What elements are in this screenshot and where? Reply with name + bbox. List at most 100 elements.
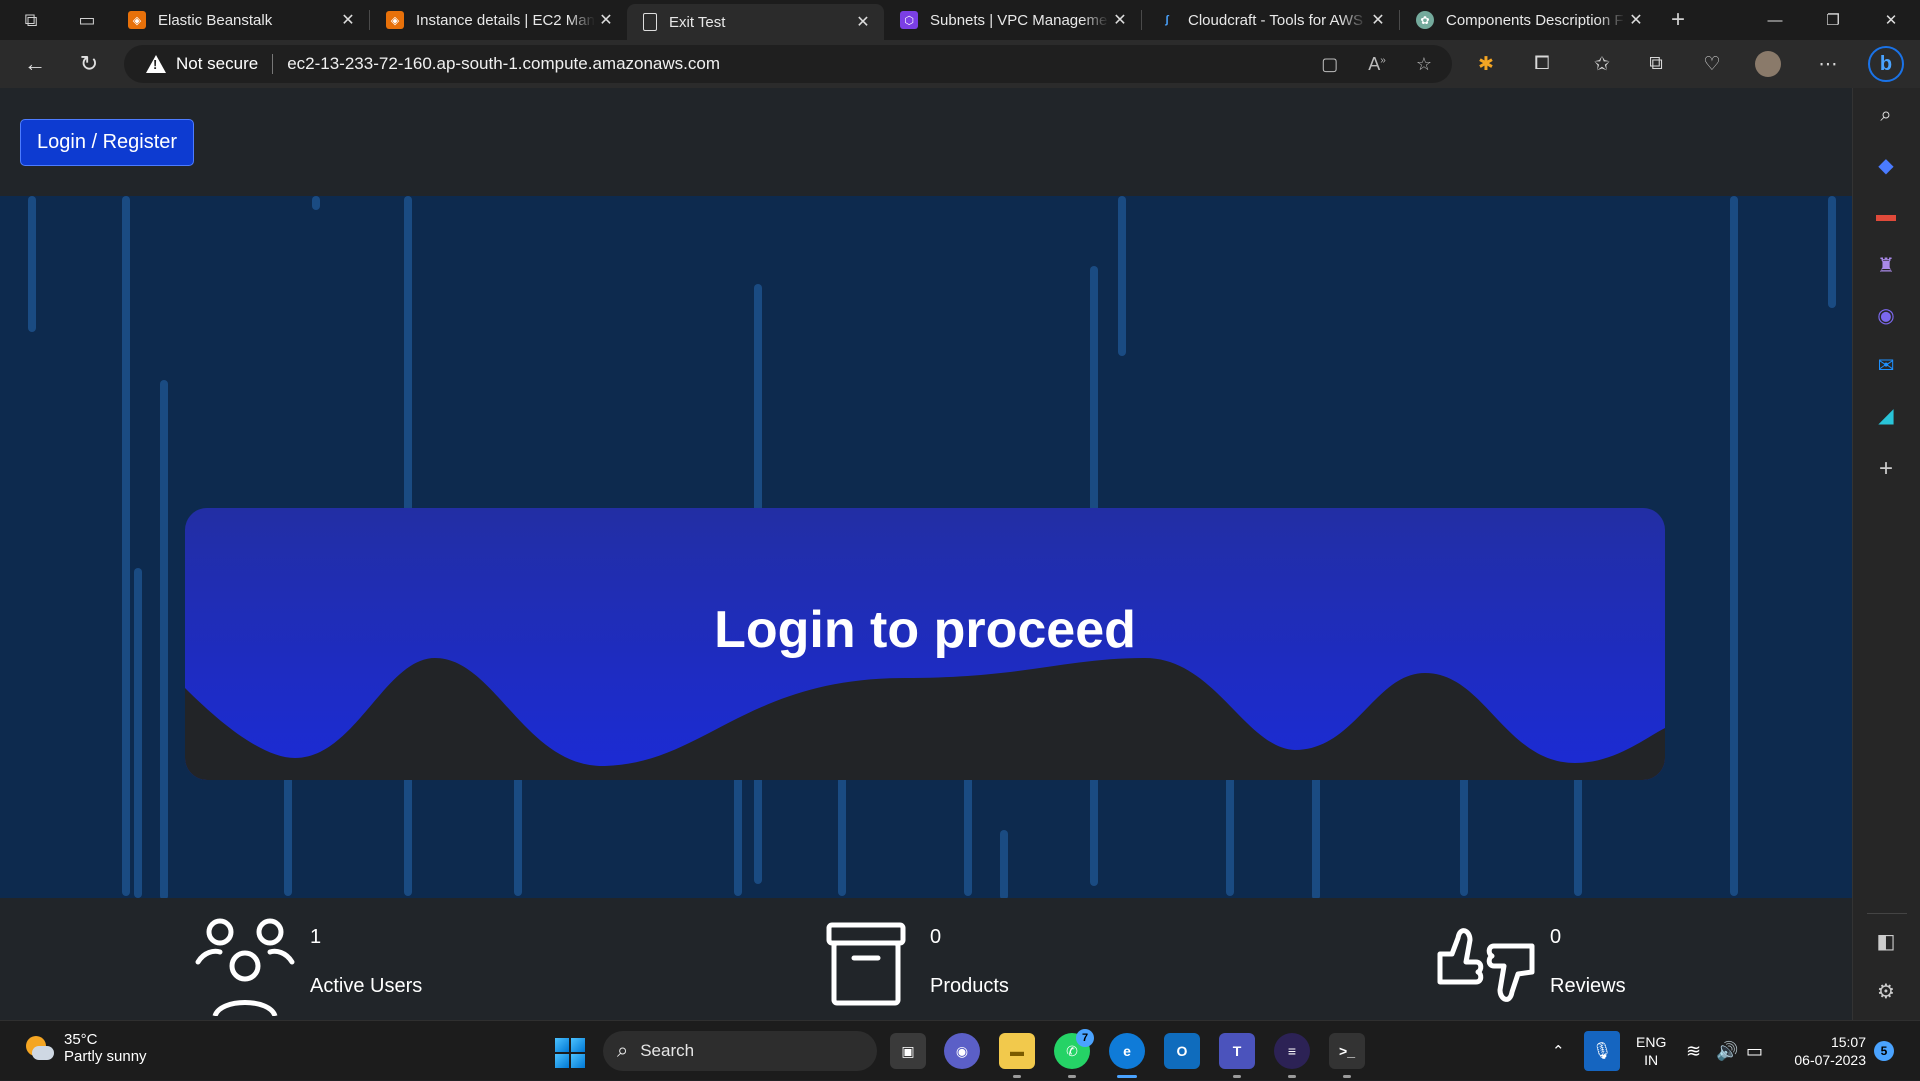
browser-essentials-icon[interactable]: ♡ <box>1692 44 1732 84</box>
favorites-icon[interactable]: ✩ <box>1582 44 1622 84</box>
login-register-button[interactable]: Login / Register <box>20 119 195 166</box>
read-aloud-icon[interactable]: A» <box>1368 54 1386 75</box>
stat-products: 0 Products <box>826 898 1126 1020</box>
outlook-icon[interactable]: O <box>1164 1033 1200 1069</box>
clock[interactable]: 15:07 06-07-2023 <box>1786 1021 1866 1081</box>
task-view-icon[interactable]: ▣ <box>890 1033 926 1069</box>
browser-toolbar: ← ↻ Not secure ec2-13-233-72-160.ap-sout… <box>0 40 1920 88</box>
tab-title: Subnets | VPC Management Console <box>930 11 1109 29</box>
language-line2: IN <box>1644 1052 1659 1068</box>
language-indicator[interactable]: ENG IN <box>1636 1021 1666 1081</box>
add-icon[interactable]: + <box>1871 454 1901 484</box>
search-placeholder: Search <box>640 1041 695 1060</box>
teams-icon[interactable]: T <box>1219 1033 1255 1069</box>
battery-icon[interactable]: ▭ <box>1746 1021 1763 1081</box>
drop-icon[interactable]: ◢ <box>1871 400 1901 430</box>
wifi-icon[interactable]: ≋ <box>1686 1021 1701 1081</box>
edge-browser-icon[interactable]: e <box>1109 1033 1145 1069</box>
shopping-tag-icon[interactable]: ◆ <box>1871 150 1901 180</box>
profile-avatar[interactable] <box>1748 44 1788 84</box>
volume-icon[interactable]: 🔊 <box>1716 1021 1738 1081</box>
close-icon[interactable]: ✕ <box>1109 10 1131 30</box>
security-label: Not secure <box>176 54 259 73</box>
restore-button[interactable]: ❐ <box>1804 0 1862 40</box>
extensions-puzzle-icon[interactable]: ⧠ <box>1522 44 1562 84</box>
tab-title: Components Description Foundations <box>1446 11 1625 29</box>
collections-icon[interactable]: ⧉ <box>1636 44 1676 84</box>
file-explorer-icon[interactable]: ▬ <box>999 1033 1035 1069</box>
users-icon <box>195 918 295 1016</box>
outlook-icon[interactable]: ✉ <box>1871 350 1901 380</box>
running-indicator <box>1233 1075 1241 1078</box>
stat-active-users: 1 Active Users <box>190 898 490 1020</box>
search-icon[interactable]: ⌕ <box>1871 100 1901 130</box>
more-menu-icon[interactable]: ⋯ <box>1808 44 1848 84</box>
language-line1: ENG <box>1636 1034 1667 1050</box>
tab-components-description[interactable]: ✿ Components Description Foundations ✕ <box>1400 0 1657 40</box>
decorative-line <box>134 568 142 898</box>
hero-title: Login to proceed <box>714 601 1136 659</box>
running-indicator <box>1343 1075 1351 1078</box>
close-icon[interactable]: ✕ <box>852 12 874 32</box>
divider <box>272 54 274 74</box>
page-icon <box>643 13 657 31</box>
tab-title: Exit Test <box>669 13 726 31</box>
active-indicator <box>1117 1075 1137 1078</box>
clock-time: 15:07 <box>1830 1034 1866 1050</box>
decorative-line <box>1828 196 1836 308</box>
stat-reviews: 0 Reviews <box>1436 898 1736 1020</box>
close-icon[interactable]: ✕ <box>1625 10 1647 30</box>
bing-copilot-icon[interactable]: b <box>1868 46 1904 82</box>
start-button[interactable] <box>555 1038 585 1068</box>
hero-section: Login to proceed <box>0 196 1852 898</box>
tab-exit-test[interactable]: Exit Test ✕ <box>627 4 884 40</box>
teams-chat-icon[interactable]: ◉ <box>944 1033 980 1069</box>
hide-sidebar-icon[interactable]: ◧ <box>1871 926 1901 956</box>
show-hidden-icons[interactable]: ⌃ <box>1552 1021 1565 1081</box>
app-available-icon[interactable]: ▢ <box>1321 54 1338 75</box>
products-label: Products <box>930 975 1009 997</box>
weather-condition: Partly sunny <box>64 1048 147 1065</box>
close-window-button[interactable]: ✕ <box>1862 0 1920 40</box>
windows-logo-pane <box>555 1054 569 1068</box>
close-icon[interactable]: ✕ <box>1367 10 1389 30</box>
search-icon: ⌕ <box>617 1039 629 1062</box>
games-icon[interactable]: ♜ <box>1871 250 1901 280</box>
tab-subnets-vpc[interactable]: ⬡ Subnets | VPC Management Console ✕ <box>884 0 1141 40</box>
url-text[interactable]: ec2-13-233-72-160.ap-south-1.compute.ama… <box>287 54 720 74</box>
thumbs-up-down-icon <box>1437 928 1535 1002</box>
extension-icon[interactable]: ✱ <box>1466 44 1506 84</box>
microphone-icon[interactable]: 🎙 <box>1584 1031 1620 1071</box>
favorite-star-icon[interactable]: ☆ <box>1416 54 1432 75</box>
eclipse-icon[interactable]: ≡ <box>1274 1033 1310 1069</box>
tab-elastic-beanstalk[interactable]: ◈ Elastic Beanstalk ✕ <box>112 0 369 40</box>
workspaces-icon[interactable]: ⧉ <box>0 0 62 40</box>
tools-icon[interactable]: ▬ <box>1871 200 1901 230</box>
decorative-line <box>28 196 36 332</box>
aws-beanstalk-icon: ◈ <box>128 11 146 29</box>
weather-widget[interactable]: 35°C Partly sunny <box>22 1031 147 1065</box>
address-bar[interactable]: Not secure ec2-13-233-72-160.ap-south-1.… <box>124 45 1452 83</box>
new-tab-button[interactable]: + <box>1657 0 1699 40</box>
aws-vpc-icon: ⬡ <box>900 11 918 29</box>
notification-badge[interactable]: 5 <box>1874 1041 1894 1061</box>
back-button[interactable]: ← <box>12 44 58 84</box>
security-indicator[interactable]: Not secure <box>146 54 258 74</box>
decorative-line <box>1730 196 1738 896</box>
minimize-button[interactable]: — <box>1746 0 1804 40</box>
taskbar-search[interactable]: ⌕ Search <box>603 1031 877 1071</box>
active-users-count: 1 <box>310 926 322 948</box>
running-indicator <box>1288 1075 1296 1078</box>
reviews-count: 0 <box>1550 926 1562 948</box>
tab-title: Elastic Beanstalk <box>158 11 273 29</box>
settings-gear-icon[interactable]: ⚙ <box>1871 976 1901 1006</box>
terminal-icon[interactable]: >_ <box>1329 1033 1365 1069</box>
tab-cloudcraft[interactable]: ʃ Cloudcraft - Tools for AWS ✕ <box>1142 0 1399 40</box>
close-icon[interactable]: ✕ <box>595 10 617 30</box>
close-icon[interactable]: ✕ <box>337 10 359 30</box>
tab-ec2-instance[interactable]: ◈ Instance details | EC2 Management Cons… <box>370 0 627 40</box>
tab-actions-icon[interactable]: ▭ <box>62 0 112 40</box>
refresh-button[interactable]: ↻ <box>66 44 112 84</box>
microsoft-365-icon[interactable]: ◉ <box>1871 300 1901 330</box>
partly-sunny-icon <box>22 1034 54 1062</box>
